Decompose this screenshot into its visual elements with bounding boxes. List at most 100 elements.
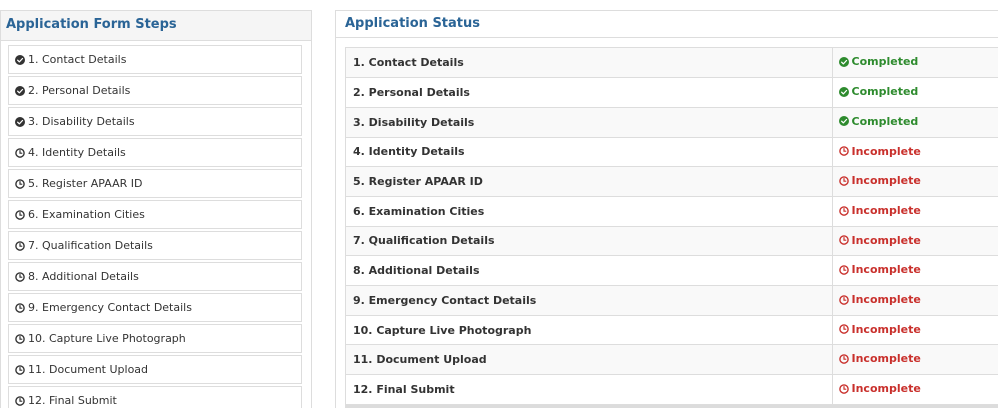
step-item-label: 3. Disability Details (28, 115, 135, 128)
clock-icon (15, 364, 25, 375)
status-badge: Incomplete (832, 255, 998, 286)
step-item-label: 8. Additional Details (28, 270, 139, 283)
clock-icon (838, 354, 849, 364)
status-badge: Incomplete (832, 315, 998, 346)
step-item[interactable]: 12. Final Submit (8, 386, 302, 408)
step-item[interactable]: 7. Qualification Details (8, 231, 302, 260)
table-row: 9. Emergency Contact Details Incomplete (346, 285, 998, 316)
table-row: 4. Identity Details Incomplete (346, 137, 998, 168)
status-step-name: 12. Final Submit (346, 374, 833, 405)
status-badge-inner: Completed (838, 85, 918, 98)
status-text: Incomplete (851, 352, 921, 366)
clock-icon (15, 395, 25, 406)
check-circle-icon (838, 56, 849, 67)
status-badge: Incomplete (832, 137, 998, 168)
status-step-name: 2. Personal Details (346, 77, 833, 108)
status-badge-inner: Incomplete (838, 382, 921, 395)
step-item[interactable]: 4. Identity Details (8, 138, 302, 167)
status-badge-inner: Incomplete (838, 322, 921, 336)
clock-icon (15, 240, 25, 251)
status-badge-inner: Incomplete (838, 234, 921, 247)
form-steps-title: Application Form Steps (1, 11, 311, 41)
status-table: 1. Contact Details Completed 2. Personal D… (346, 48, 998, 405)
clock-icon (838, 205, 849, 216)
status-step-name: 8. Additional Details (346, 255, 833, 286)
clock-icon (838, 176, 849, 186)
step-item-label: 4. Identity Details (28, 146, 126, 159)
clock-icon (838, 235, 849, 246)
clock-icon (15, 209, 25, 220)
status-badge: Incomplete (832, 344, 998, 376)
status-table-wrapper: 1. Contact Details Completed 2. Personal D… (345, 47, 998, 408)
status-step-name: 7. Qualification Details (346, 226, 833, 257)
check-circle-icon (838, 86, 849, 97)
status-text: Completed (851, 55, 919, 69)
clock-icon (838, 265, 849, 275)
status-text: Incomplete (851, 263, 921, 277)
table-row: 1. Contact Details Completed (346, 48, 998, 79)
table-row: 2. Personal Details Completed (346, 77, 998, 108)
application-page: Application Form Steps 1. Contact Detail… (0, 0, 998, 408)
step-item-label: 11. Document Upload (28, 363, 149, 376)
status-badge: Completed (832, 77, 998, 108)
step-item-label: 1. Contact Details (28, 53, 127, 66)
status-text: Incomplete (851, 293, 921, 307)
status-text: Incomplete (851, 322, 921, 336)
status-text: Completed (851, 114, 919, 128)
clock-icon (838, 146, 849, 156)
clock-icon (15, 178, 25, 189)
step-item[interactable]: 2. Personal Details (8, 76, 302, 105)
status-badge-inner: Incomplete (838, 145, 921, 158)
step-item[interactable]: 10. Capture Live Photograph (8, 324, 302, 353)
step-item-label: 10. Capture Live Photograph (28, 332, 186, 345)
step-item[interactable]: 1. Contact Details (8, 45, 302, 74)
clock-icon (838, 324, 849, 335)
step-item[interactable]: 11. Document Upload (8, 355, 302, 384)
status-step-name: 4. Identity Details (346, 137, 833, 168)
status-badge: Completed (832, 107, 998, 138)
table-row: 8. Additional Details Incomplete (346, 255, 998, 286)
status-badge-inner: Completed (838, 114, 919, 128)
check-circle-icon (15, 116, 25, 127)
status-text: Incomplete (851, 204, 921, 218)
table-row: 12. Final Submit Incomplete (346, 374, 998, 405)
step-item[interactable]: 9. Emergency Contact Details (8, 293, 302, 322)
status-step-name: 3. Disability Details (346, 107, 833, 138)
status-badge-inner: Incomplete (838, 263, 921, 277)
step-item[interactable]: 6. Examination Cities (8, 200, 302, 229)
status-badge: Incomplete (832, 285, 998, 316)
status-text: Incomplete (851, 174, 921, 188)
status-step-name: 6. Examination Cities (346, 196, 833, 227)
status-step-name: 5. Register APAAR ID (346, 166, 833, 197)
form-steps-panel: Application Form Steps 1. Contact Detail… (0, 10, 312, 408)
step-item-label: 7. Qualification Details (28, 239, 153, 252)
status-badge: Incomplete (832, 166, 998, 197)
step-item-label: 6. Examination Cities (28, 208, 145, 221)
status-badge-inner: Incomplete (838, 293, 921, 307)
check-circle-icon (15, 54, 25, 65)
clock-icon (838, 294, 849, 305)
step-item-label: 12. Final Submit (28, 394, 117, 407)
step-item[interactable]: 3. Disability Details (8, 107, 302, 136)
check-circle-icon (15, 85, 25, 96)
status-badge-inner: Incomplete (838, 352, 921, 366)
status-step-name: 1. Contact Details (346, 48, 833, 79)
table-row: 11. Document Upload Incomplete (346, 344, 998, 376)
status-badge: Incomplete (832, 196, 998, 227)
clock-icon (15, 271, 25, 282)
table-row: 5. Register APAAR ID Incomplete (346, 166, 998, 197)
step-item-label: 9. Emergency Contact Details (28, 301, 192, 314)
form-steps-list: 1. Contact Details 2. Personal Details 3. … (1, 41, 311, 408)
status-badge-inner: Incomplete (838, 174, 921, 188)
clock-icon (15, 147, 25, 158)
application-status-panel: Application Status 1. Contact Details Com… (335, 10, 998, 408)
table-row: 10. Capture Live Photograph Incomplete (346, 315, 998, 346)
step-item-label: 2. Personal Details (28, 84, 131, 97)
step-item[interactable]: 5. Register APAAR ID (8, 169, 302, 198)
status-badge: Incomplete (832, 374, 998, 405)
status-step-name: 9. Emergency Contact Details (346, 285, 833, 316)
step-item-label: 5. Register APAAR ID (28, 177, 143, 190)
status-step-name: 11. Document Upload (346, 344, 833, 376)
status-badge: Completed (832, 48, 998, 79)
step-item[interactable]: 8. Additional Details (8, 262, 302, 291)
